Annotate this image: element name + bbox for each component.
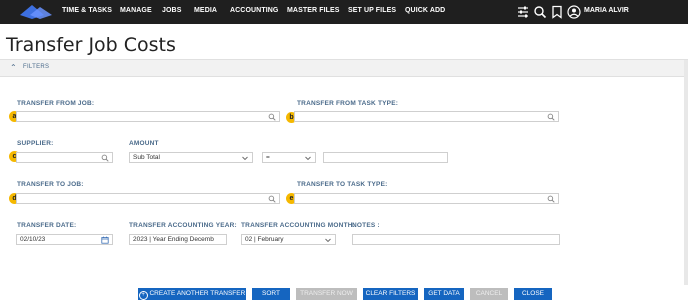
transfer-from-job-label: TRANSFER FROM JOB:: [17, 100, 95, 107]
clear-filters-button[interactable]: CLEAR FILTERS: [363, 288, 418, 300]
bookmark-icon[interactable]: [550, 5, 564, 19]
search-icon[interactable]: [101, 154, 109, 162]
transfer-to-task-type-input[interactable]: [294, 193, 559, 204]
transfer-accounting-month-label: TRANSFER ACCOUNTING MONTH:: [241, 222, 356, 229]
search-icon[interactable]: [268, 195, 276, 203]
plus-circle-icon: +: [138, 291, 148, 300]
transfer-accounting-year-label: TRANSFER ACCOUNTING YEAR:: [129, 222, 237, 229]
amount-label: AMOUNT: [129, 140, 159, 147]
notes-label: NOTES :: [352, 222, 380, 229]
transfer-from-task-type-input[interactable]: [294, 111, 559, 122]
chevron-up-icon: ⌃: [10, 63, 17, 72]
chevron-down-icon: [305, 156, 311, 161]
nav-manage[interactable]: MANAGE: [120, 7, 152, 14]
sort-button[interactable]: SORT: [252, 288, 290, 300]
amount-operator-select[interactable]: =: [262, 152, 316, 163]
transfer-date-input[interactable]: 02/10/23: [16, 234, 113, 245]
get-data-button[interactable]: GET DATA: [424, 288, 464, 300]
nav-jobs[interactable]: JOBS: [162, 7, 181, 14]
transfer-to-task-type-label: TRANSFER TO TASK TYPE:: [297, 181, 388, 188]
nav-accounting[interactable]: ACCOUNTING: [230, 7, 278, 14]
cancel-button[interactable]: CANCEL: [470, 288, 508, 300]
close-button[interactable]: CLOSE: [514, 288, 552, 300]
search-icon[interactable]: [268, 113, 276, 121]
create-another-transfer-label: CREATE ANOTHER TRANSFER: [149, 290, 246, 297]
search-icon[interactable]: [533, 5, 547, 19]
chevron-down-icon: [242, 156, 248, 161]
transfer-from-job-input[interactable]: [16, 111, 280, 122]
create-another-transfer-button[interactable]: + CREATE ANOTHER TRANSFER: [138, 288, 246, 300]
sliders-icon[interactable]: [516, 5, 530, 19]
supplier-label: SUPPLIER:: [17, 140, 54, 147]
filters-label: FILTERS: [23, 64, 50, 70]
amount-value-input[interactable]: [323, 152, 448, 163]
page-title: Transfer Job Costs: [6, 34, 176, 56]
user-name[interactable]: MARIA ALVIR: [584, 7, 629, 14]
transfer-from-task-type-label: TRANSFER FROM TASK TYPE:: [297, 100, 399, 107]
nav-media[interactable]: MEDIA: [194, 7, 217, 14]
supplier-input[interactable]: [16, 152, 113, 163]
transfer-accounting-month-select[interactable]: 02 | February: [241, 234, 336, 245]
transfer-to-job-label: TRANSFER TO JOB:: [17, 181, 84, 188]
chevron-down-icon: [325, 238, 331, 243]
transfer-to-job-input[interactable]: [16, 193, 280, 204]
user-circle-icon[interactable]: [567, 5, 581, 19]
filters-toggle[interactable]: ⌃ FILTERS: [0, 59, 688, 77]
transfer-now-button[interactable]: TRANSFER NOW: [296, 288, 357, 300]
transfer-date-label: TRANSFER DATE:: [17, 222, 77, 229]
nav-master-files[interactable]: MASTER FILES: [287, 7, 340, 14]
search-icon[interactable]: [547, 113, 555, 121]
top-nav-bar: TIME & TASKS MANAGE JOBS MEDIA ACCOUNTIN…: [0, 0, 688, 24]
notes-input[interactable]: [352, 234, 560, 245]
nav-quick-add[interactable]: QUICK ADD: [405, 7, 445, 14]
amount-type-select[interactable]: Sub Total: [129, 152, 253, 163]
app-logo-icon[interactable]: [18, 3, 54, 21]
calendar-icon[interactable]: [101, 236, 109, 244]
nav-set-up-files[interactable]: SET UP FILES: [348, 7, 396, 14]
transfer-accounting-year-select[interactable]: 2023 | Year Ending Decemb: [129, 234, 227, 245]
page-scrollbar[interactable]: [684, 60, 688, 300]
nav-time-tasks[interactable]: TIME & TASKS: [62, 7, 112, 14]
search-icon[interactable]: [547, 195, 555, 203]
